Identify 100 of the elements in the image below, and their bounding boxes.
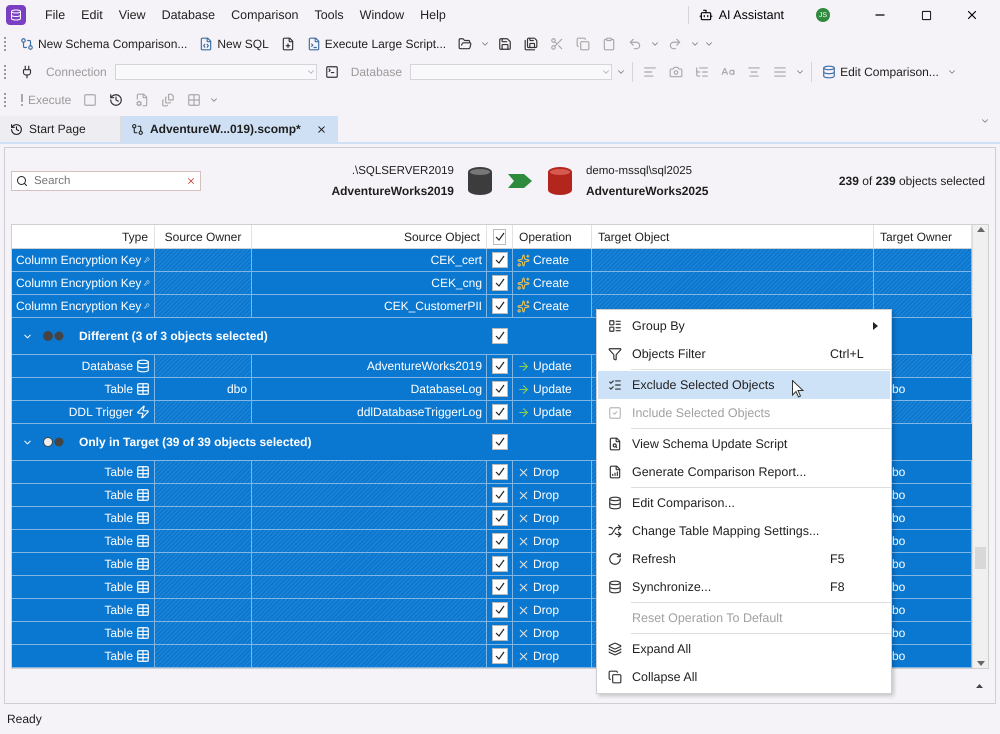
table-cell[interactable]: Table — [12, 378, 155, 401]
check-icon — [494, 407, 504, 417]
scroll-thumb[interactable] — [975, 547, 986, 569]
menu-item[interactable]: File — [38, 6, 72, 24]
table-icon — [136, 557, 150, 571]
table-cell[interactable]: Column Encryption Key — [12, 249, 155, 272]
menu-item[interactable]: Window — [352, 6, 412, 24]
operation-text: Update — [533, 359, 572, 373]
group-checkbox[interactable] — [492, 434, 508, 450]
row-checkbox[interactable] — [492, 510, 508, 526]
table-cell[interactable]: Table — [12, 553, 155, 576]
menu-item[interactable]: Synchronize... F8 — [598, 573, 890, 601]
scroll-up-icon[interactable] — [976, 227, 984, 232]
row-checkbox[interactable] — [492, 556, 508, 572]
arrow-right-icon — [517, 382, 530, 396]
group-checkbox[interactable] — [492, 328, 508, 344]
scrollbar[interactable] — [972, 225, 988, 668]
menu-item[interactable]: Group By — [598, 312, 890, 340]
database-icon — [136, 359, 150, 373]
stack-icon — [608, 670, 622, 684]
row-checkbox[interactable] — [492, 464, 508, 480]
table-cell: CEK_cert — [252, 249, 487, 272]
table-cell[interactable]: Table — [12, 576, 155, 599]
terminal-icon[interactable] — [324, 65, 339, 79]
table-cell[interactable]: Column Encryption Key — [12, 295, 155, 318]
new-file-icon[interactable] — [280, 37, 295, 51]
header-checkbox[interactable] — [493, 228, 506, 244]
menu-item[interactable]: Generate Comparison Report... — [598, 458, 890, 486]
table-cell[interactable]: Table — [12, 599, 155, 622]
table-cell[interactable]: Table — [12, 507, 155, 530]
row-checkbox[interactable] — [492, 381, 508, 397]
check-icon — [494, 559, 504, 569]
menu-item[interactable]: Tools — [307, 6, 351, 24]
menu-item[interactable]: Comparison — [224, 6, 306, 24]
menu-item[interactable]: Collapse All — [598, 663, 890, 691]
row-checkbox[interactable] — [492, 252, 508, 268]
toolbar-button[interactable]: Edit Comparison... — [818, 62, 943, 82]
row-checkbox[interactable] — [492, 275, 508, 291]
tab-title: AdventureW...019).scomp* — [150, 122, 301, 136]
table-cell[interactable]: DDL Trigger — [12, 401, 155, 424]
search-field[interactable]: Search — [11, 171, 201, 191]
row-checkbox[interactable] — [492, 579, 508, 595]
table-cell[interactable]: Table — [12, 622, 155, 645]
document-tab[interactable]: Start Page — [0, 116, 121, 142]
plug-icon[interactable] — [20, 65, 34, 79]
operation-text: Drop — [533, 557, 560, 571]
menu-item[interactable]: Refresh F5 — [598, 545, 890, 573]
menu-item[interactable]: Expand All — [598, 635, 890, 663]
ai-assistant-button[interactable]: AI Assistant — [688, 6, 794, 24]
list-icon — [608, 319, 622, 333]
menu-item[interactable]: Edit — [74, 6, 110, 24]
close-icon[interactable] — [316, 124, 327, 134]
toolbar-button[interactable]: New Schema Comparison... — [16, 34, 192, 54]
database-icon — [548, 167, 572, 195]
table-cell[interactable]: Column Encryption Key — [12, 272, 155, 295]
table-icon — [136, 626, 150, 640]
table-icon — [136, 580, 150, 594]
clear-icon[interactable] — [186, 176, 196, 186]
row-checkbox[interactable] — [492, 404, 508, 420]
cross-icon — [517, 534, 530, 548]
menu-item[interactable]: Database — [154, 6, 222, 24]
menu-item[interactable]: View — [112, 6, 153, 24]
row-checkbox[interactable] — [492, 602, 508, 618]
filter-icon — [608, 347, 622, 361]
toolbar-button[interactable]: New SQL — [195, 34, 273, 54]
folder-icon[interactable] — [458, 37, 472, 51]
column-header[interactable] — [487, 225, 513, 249]
mouse-cursor-icon — [792, 380, 804, 398]
caret-icon[interactable] — [976, 684, 983, 688]
row-checkbox[interactable] — [492, 358, 508, 374]
menu-item[interactable]: Change Table Mapping Settings... — [598, 517, 890, 545]
toolbar-label: Database — [350, 65, 404, 79]
menu-item[interactable]: View Schema Update Script — [598, 430, 890, 458]
menu-item[interactable]: Objects Filter Ctrl+L — [598, 340, 890, 368]
group-row[interactable]: Different (3 of 3 objects selected) — [12, 318, 487, 355]
group-row[interactable]: Only in Target (39 of 39 objects selected) — [12, 424, 487, 461]
table-cell[interactable]: Table — [12, 461, 155, 484]
table-cell: CEK_cng — [252, 272, 487, 295]
row-checkbox[interactable] — [492, 648, 508, 664]
scroll-down-icon[interactable] — [976, 661, 984, 666]
table-cell[interactable]: Database — [12, 355, 155, 378]
document-tab[interactable]: AdventureW...019).scomp* — [121, 116, 338, 142]
table-icon — [136, 649, 150, 663]
menu-item[interactable]: Help — [413, 6, 453, 24]
row-checkbox[interactable] — [492, 298, 508, 314]
row-checkbox[interactable] — [492, 487, 508, 503]
menu-item[interactable]: Exclude Selected Objects — [598, 371, 890, 399]
row-checkbox[interactable] — [492, 625, 508, 641]
toolbar-button[interactable]: Execute Large Script... — [302, 34, 450, 54]
table-cell[interactable]: Table — [12, 645, 155, 668]
save-icon[interactable] — [498, 37, 512, 51]
table-cell[interactable]: Table — [12, 530, 155, 553]
menu-item[interactable]: Edit Comparison... — [598, 489, 890, 517]
group-title: Only in Target (39 of 39 objects selected) — [79, 435, 312, 449]
search-icon — [16, 175, 28, 187]
row-checkbox[interactable] — [492, 533, 508, 549]
save-all-icon[interactable] — [524, 37, 538, 51]
circles-icon — [43, 331, 65, 341]
table-cell[interactable]: Table — [12, 484, 155, 507]
history-icon[interactable] — [109, 93, 124, 107]
